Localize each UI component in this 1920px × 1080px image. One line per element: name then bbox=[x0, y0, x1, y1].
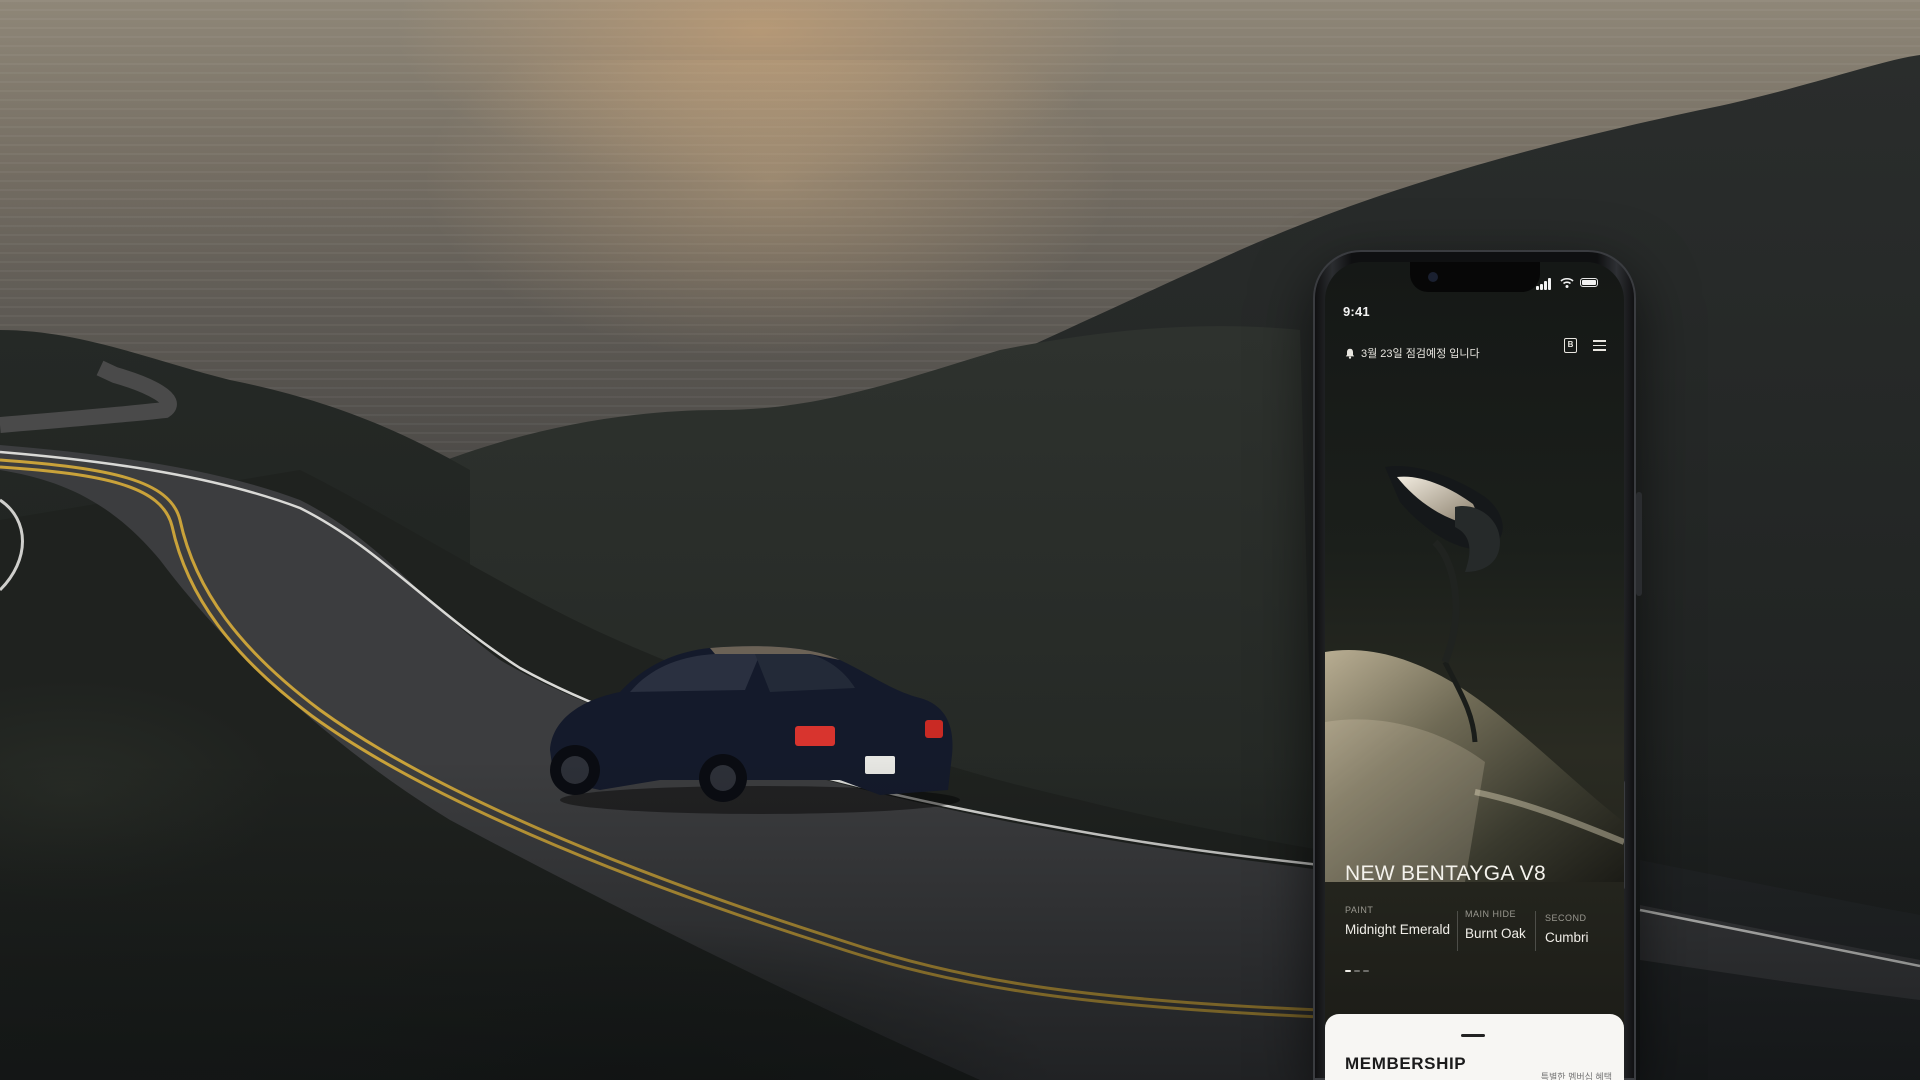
notice-text: 3월 23일 점검예정 입니다 bbox=[1361, 348, 1480, 360]
model-name: NEW BENTAYGA V8 bbox=[1345, 862, 1546, 885]
maintenance-notice[interactable]: 3월 23일 점검예정 입니다 bbox=[1345, 344, 1480, 362]
carousel-pager bbox=[1345, 970, 1369, 972]
signal-icon bbox=[1540, 284, 1543, 290]
signal-icon bbox=[1536, 286, 1539, 290]
battery-icon bbox=[1580, 278, 1598, 287]
membership-subtitle: 특별한 멤버십 혜택 bbox=[1540, 1072, 1612, 1080]
status-time: 9:41 bbox=[1343, 304, 1370, 319]
b-badge-icon[interactable]: B bbox=[1564, 338, 1577, 353]
status-icons bbox=[1536, 276, 1606, 290]
spec-value: Midnight Emerald bbox=[1345, 922, 1451, 937]
pager-dot[interactable] bbox=[1345, 970, 1351, 972]
wifi-icon bbox=[1560, 277, 1574, 288]
signal-icon bbox=[1548, 278, 1551, 290]
phone-screen: 9:41 3월 23일 점검예정 입니다 B NEW BENTAYGA V8 P… bbox=[1325, 262, 1624, 1080]
camera-icon bbox=[1428, 272, 1438, 282]
hero-mascot-image bbox=[1325, 466, 1624, 882]
spec-label: SECOND bbox=[1545, 913, 1587, 923]
spec-value: Burnt Oak bbox=[1465, 926, 1526, 941]
spec-label: MAIN HIDE bbox=[1465, 909, 1517, 919]
pager-dot[interactable] bbox=[1363, 970, 1369, 972]
membership-title: MEMBERSHIP bbox=[1345, 1054, 1467, 1073]
spec-list: PAINT Midnight Emerald MAIN HIDE Burnt O… bbox=[1345, 905, 1615, 953]
spec-paint[interactable]: PAINT Midnight Emerald bbox=[1345, 905, 1450, 937]
signal-icon bbox=[1544, 281, 1547, 290]
menu-icon[interactable] bbox=[1593, 340, 1606, 351]
phone-side-button bbox=[1636, 492, 1642, 596]
spec-main-hide[interactable]: MAIN HIDE Burnt Oak bbox=[1465, 909, 1526, 941]
top-actions: B bbox=[1564, 338, 1606, 353]
spec-label: PAINT bbox=[1345, 905, 1374, 915]
spec-second[interactable]: SECOND Cumbri bbox=[1545, 913, 1589, 945]
sheet-grip-handle[interactable] bbox=[1461, 1034, 1485, 1037]
spec-divider bbox=[1457, 911, 1458, 951]
bell-icon bbox=[1345, 348, 1355, 359]
hero-background: 9:41 3월 23일 점검예정 입니다 B NEW BENTAYGA V8 P… bbox=[0, 0, 1920, 1080]
membership-sheet[interactable]: MEMBERSHIP 특별한 멤버십 혜택 bbox=[1325, 1014, 1624, 1080]
spec-divider bbox=[1535, 911, 1536, 951]
pager-dot[interactable] bbox=[1354, 970, 1360, 972]
phone-notch bbox=[1410, 262, 1540, 292]
spec-value: Cumbri bbox=[1545, 930, 1589, 945]
